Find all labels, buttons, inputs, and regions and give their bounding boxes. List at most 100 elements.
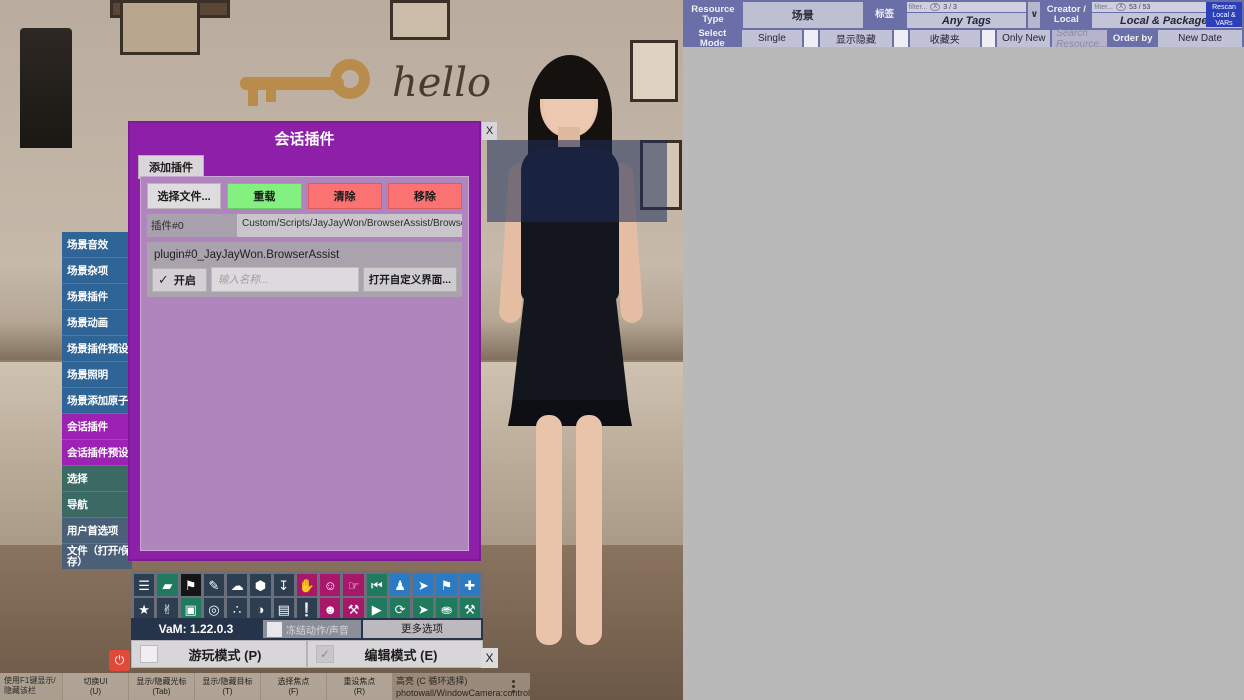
person-add-icon[interactable]: ☺ [320,574,341,596]
flag-icon[interactable]: ⚑ [436,574,457,596]
rescan-button[interactable]: Rescan Local & VARs [1206,2,1242,27]
paint-icon[interactable]: ✎ [203,574,225,596]
sidebar-item-4[interactable]: 场景插件预设 [62,336,132,362]
more-options-button[interactable]: 更多选项 [363,620,481,638]
creator-label: Creator / Local [1046,4,1086,25]
sidebar-item-0[interactable]: 场景音效 [62,232,132,258]
edit-mode-option[interactable]: ✓ 编辑模式 (E) [307,640,483,668]
camera-icon[interactable]: ◎ [203,598,225,620]
checkmark-icon: ✓ [158,271,169,287]
play-mode-checkbox[interactable] [140,645,158,663]
sidebar-item-3[interactable]: 场景动画 [62,310,132,336]
favorites-label[interactable]: 收藏夹 [909,30,980,47]
nodes-icon[interactable]: ∴ [227,598,248,620]
play-mode-option[interactable]: 游玩模式 (P) [131,640,307,668]
only-new-checkbox[interactable] [981,30,996,47]
camera-flag-icon[interactable]: ⚑ [180,574,201,596]
tags-count: 3 / 3 [943,3,957,11]
tools-icon[interactable]: ⚒ [459,598,480,620]
creator-clear-icon[interactable]: X [1115,3,1126,11]
open-custom-ui-button[interactable]: 打开自定义界面... [362,267,457,292]
refresh-icon[interactable]: ⟳ [389,598,411,620]
plugin-card: plugin#0_JayJayWon.BrowserAssist ✓ 开启 输入… [147,242,462,297]
tags-label: 标签 [875,9,895,20]
overflow-menu-icon[interactable] [505,673,521,700]
freeze-motion-toggle[interactable]: 冻结动作/声音 [263,620,361,638]
main-toolbar: ☰ ▰ ⚑ ✎ ☁ ⬢ ↧ ✋ ☺ ☞ ⏮ ♟ ➤ ⚑ ✚ ★ ✌ ▣ ◎ ∴ ◑ ▤ ❕ ☻ ⚒ ▶ ⟳ ➤ ⛂ ⚒ [131,571,483,620]
skip-back-icon[interactable]: ⏮ [366,574,387,596]
clear-button[interactable]: 清除 [307,183,382,209]
only-new-label[interactable]: Only New [997,30,1051,47]
sidebar-item-2[interactable]: 场景插件 [62,284,132,310]
sidebar-item-1[interactable]: 场景杂项 [62,258,132,284]
select-mode-value[interactable]: Single [741,30,803,47]
sidebar-item-7[interactable]: 会话插件 [62,414,132,440]
screenshot-icon[interactable]: ▣ [180,598,201,620]
left-tab-column[interactable]: 场景音效 场景杂项 场景插件 场景动画场景插件预设场景照明 场景添加原子会话插件会话插件… [62,232,132,570]
download-icon[interactable]: ↧ [273,574,294,596]
hotkey-key: (Tab) [152,686,171,696]
key-wall-decor [240,55,370,125]
remove-button[interactable]: 移除 [387,183,462,209]
select-file-button[interactable]: 选择文件... [147,183,222,209]
star-icon[interactable]: ★ [134,598,155,620]
sidebar-item-11[interactable]: 用户首选项 [62,518,132,544]
persons-icon[interactable]: ⛂ [436,598,457,620]
navigation-icon[interactable]: ➤ [413,574,434,596]
sidebar-item-label: 会话插件预设 [67,446,129,459]
show-hidden-label[interactable]: 显示隐藏 [819,30,892,47]
document-icon[interactable]: ▤ [273,598,294,620]
toolbar-icon-row-1: ☰ ▰ ⚑ ✎ ☁ ⬢ ↧ ✋ ☺ ☞ ⏮ ♟ ➤ ⚑ ✚ [133,573,481,597]
sidebar-item-6[interactable]: 场景添加原子 [62,388,132,414]
wrench-icon[interactable]: ⚒ [343,598,364,620]
play-icon[interactable]: ▶ [366,598,387,620]
creator-filter-placeholder: filter... [1094,3,1113,11]
warning-icon[interactable]: ❕ [296,598,318,620]
hotkey-label: 显示/隐藏目标 [202,676,253,686]
hotkey-label: 重设焦点 [343,676,376,686]
favorites-checkbox[interactable] [893,30,908,47]
tags-value[interactable]: Any Tags [906,13,1027,28]
reload-button[interactable]: 重载 [227,183,302,209]
sidebar-item-label: 会话插件 [67,420,108,433]
sidebar-item-9[interactable]: 选择 [62,466,132,492]
freeze-checkbox[interactable] [267,621,282,637]
plus-icon[interactable]: ✚ [459,574,480,596]
plugin-path-value[interactable]: Custom/Scripts/JayJayWon/BrowserAssist/B… [237,214,462,237]
tags-filter-input[interactable]: filter... X 3 / 3 [906,2,1027,12]
tags-clear-icon[interactable]: X [930,3,941,11]
person-icon[interactable]: ♟ [389,574,411,596]
sidebar-item-12[interactable]: 文件（打开/保存） [62,544,132,570]
menu-icon[interactable]: ☰ [134,574,155,596]
pointer-hand-icon[interactable]: ☞ [343,574,364,596]
vam-status-bar: VaM: 1.22.0.3 冻结动作/声音 更多选项 [131,618,483,640]
sidebar-item-label: 场景插件预设 [67,342,129,355]
cursor-icon[interactable]: ➤ [413,598,434,620]
cloud-icon[interactable]: ☁ [227,574,248,596]
power-icon[interactable]: ⏻ [109,650,130,671]
edit-mode-checkbox[interactable]: ✓ [316,645,334,663]
hand-drag-icon[interactable]: ✌ [157,598,178,620]
dialog-title: 会话插件 [274,131,335,148]
person-remove-icon[interactable]: ☻ [320,598,341,620]
order-by-value[interactable]: New Date [1158,30,1243,47]
toolbar-close-button[interactable]: X [481,648,498,668]
sidebar-item-5[interactable]: 场景照明 [62,362,132,388]
package-icon[interactable]: ⬢ [250,574,271,596]
show-hidden-checkbox[interactable] [804,30,818,47]
sidebar-item-10[interactable]: 导航 [62,492,132,518]
mask-icon[interactable]: ◑ [250,598,271,620]
hotkey-key: (U) [89,686,101,696]
dialog-close-button[interactable]: X [482,122,497,140]
hand-icon[interactable]: ✋ [296,574,318,596]
chevron-down-icon[interactable]: ∨ [1028,2,1041,28]
plugin-name-input[interactable]: 输入名称... [210,267,359,292]
resource-browser-panel: Resource Type 场景 标签 filter... X 3 / 3 Any… [683,0,1244,700]
plugin-enable-toggle[interactable]: ✓ 开启 [152,267,207,292]
sidebar-item-8[interactable]: 会话插件预设 [62,440,132,466]
hotkey-item: 选择焦点 (F) [259,673,326,700]
resource-type-value[interactable]: 场景 [742,2,863,28]
session-plugins-dialog: 会话插件 添加插件 选择文件... 重载 清除 移除 插件#0 Custom/S… [128,121,481,561]
scene-icon[interactable]: ▰ [157,574,178,596]
search-input[interactable]: Search Resource... [1052,28,1108,50]
